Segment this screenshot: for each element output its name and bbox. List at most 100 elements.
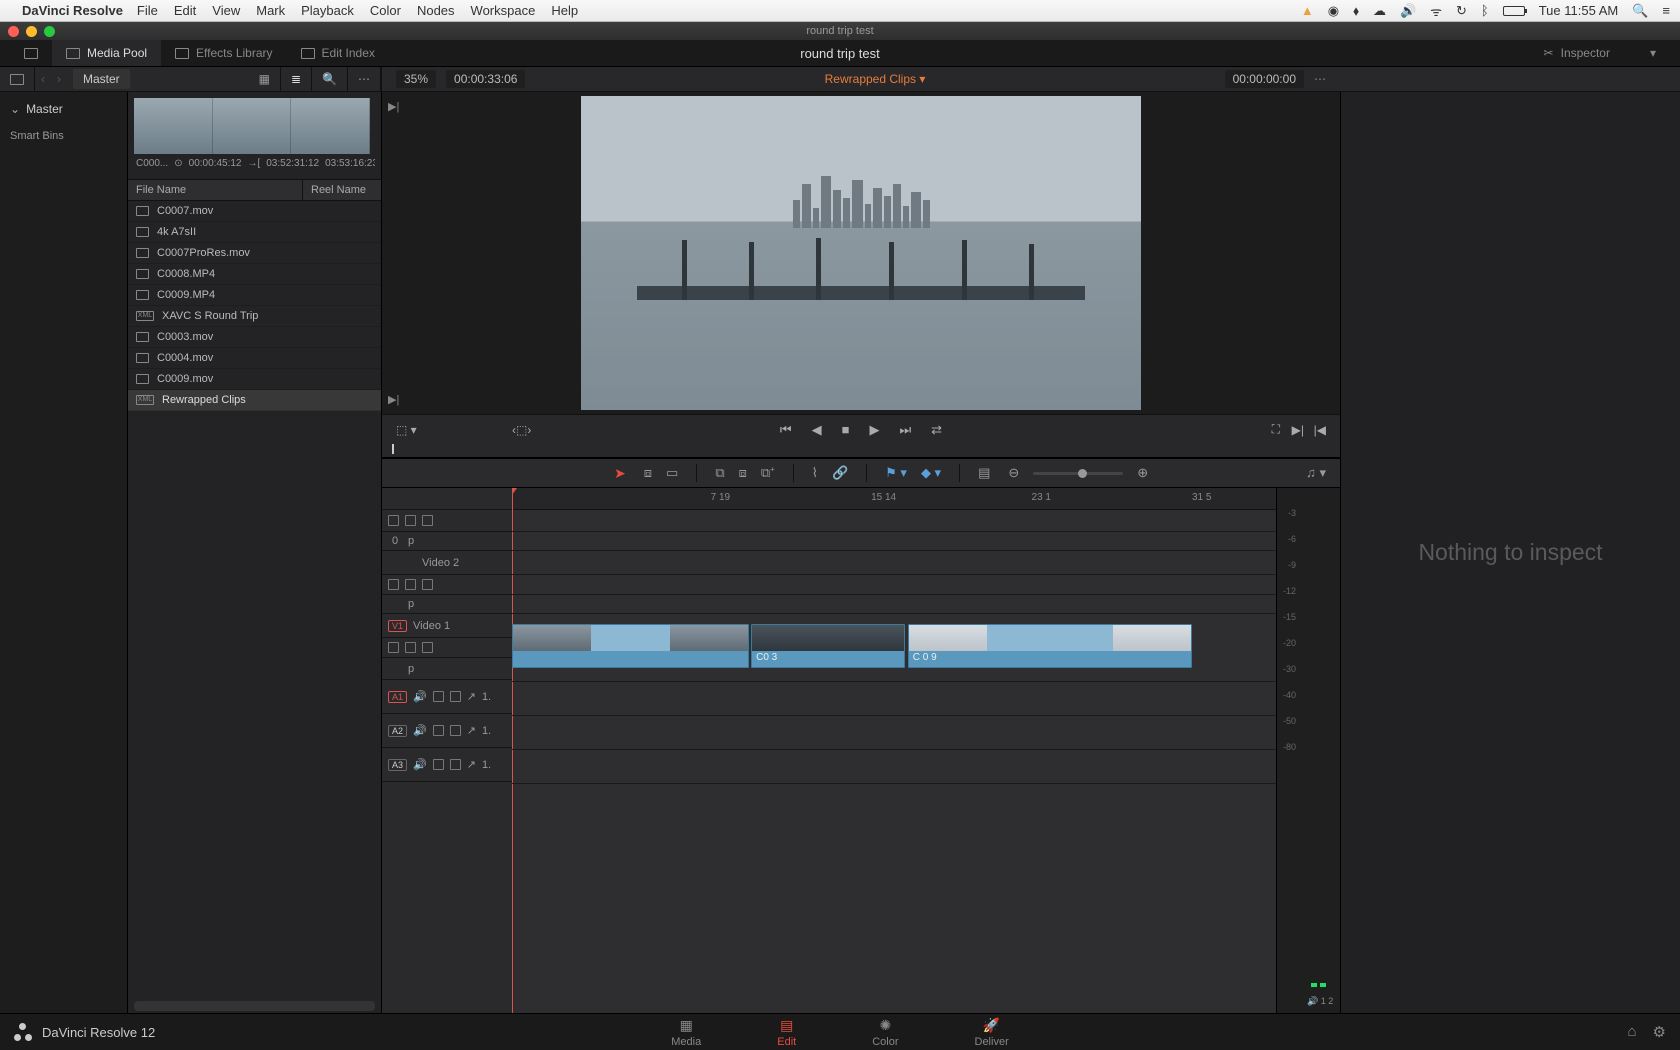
flag-icon[interactable]: ⚑ ▾: [885, 465, 907, 481]
match-frame-button[interactable]: ⬚ ▾: [396, 423, 417, 437]
effects-library-tab[interactable]: Effects Library: [161, 40, 286, 66]
track-head-a2[interactable]: A2🔊↗1.: [382, 714, 512, 748]
column-reelname[interactable]: Reel Name: [303, 180, 381, 200]
marker-icon[interactable]: ◆ ▾: [921, 465, 941, 481]
loop-button[interactable]: ⇄: [931, 422, 942, 438]
solo-icon[interactable]: [433, 725, 444, 736]
status-cloud-icon[interactable]: ☁: [1373, 3, 1386, 19]
timeline-clip[interactable]: C 0 9: [908, 624, 1192, 668]
mute-icon[interactable]: 🔊: [413, 758, 427, 771]
selection-tool[interactable]: ➤: [614, 465, 626, 482]
append-clip-icon[interactable]: ⧉: [715, 465, 724, 481]
mute-icon[interactable]: 🔊: [413, 724, 427, 737]
edit-index-tab[interactable]: Edit Index: [287, 40, 389, 66]
horizontal-scrollbar[interactable]: [134, 1001, 375, 1011]
curve-icon[interactable]: ↗: [467, 690, 476, 703]
insert-tool-icon[interactable]: ▭: [666, 465, 678, 481]
project-settings-button[interactable]: ⚙: [1653, 1023, 1666, 1041]
lock-icon[interactable]: [388, 579, 399, 590]
prev-edit-button[interactable]: ▶|: [1292, 423, 1304, 437]
window-zoom-button[interactable]: [44, 26, 55, 37]
timeline-clip[interactable]: [512, 624, 749, 668]
timeline-tracks-area[interactable]: 7 1915 1423 131 5 C0 3C 0 9: [512, 488, 1276, 1013]
track-a2-dest[interactable]: A2: [388, 725, 407, 737]
search-button[interactable]: 🔍: [312, 67, 348, 91]
viewer-image[interactable]: [581, 96, 1141, 410]
nav-back-button[interactable]: ‹: [35, 72, 51, 86]
file-row[interactable]: 4k A7sII: [128, 222, 381, 243]
page-edit[interactable]: ▤Edit: [769, 1015, 804, 1050]
status-battery-icon[interactable]: [1503, 6, 1525, 16]
file-row[interactable]: C0009.MP4: [128, 285, 381, 306]
track-head-a3[interactable]: A3🔊↗1.: [382, 748, 512, 782]
timeline-clip[interactable]: C0 3: [751, 624, 905, 668]
window-minimize-button[interactable]: [26, 26, 37, 37]
track-head-a1[interactable]: A1🔊↗1.: [382, 680, 512, 714]
menu-playback[interactable]: Playback: [301, 3, 354, 18]
column-filename[interactable]: File Name: [128, 180, 303, 200]
replace-clip-icon[interactable]: ⧉⁺: [761, 465, 775, 481]
solo-icon[interactable]: [433, 691, 444, 702]
chain-link-icon[interactable]: 🔗: [832, 465, 848, 481]
auto-select-icon[interactable]: [405, 515, 416, 526]
go-last-button[interactable]: ⏭: [899, 422, 911, 438]
timeline-name[interactable]: Rewrapped Clips ▾: [825, 72, 926, 86]
zoom-in-button[interactable]: ⊕: [1137, 465, 1148, 481]
page-deliver[interactable]: 🚀Deliver: [967, 1015, 1017, 1050]
track-head-gap[interactable]: [382, 510, 512, 532]
file-row[interactable]: C0003.mov: [128, 327, 381, 348]
split-clip-button[interactable]: ‹⬚›: [512, 423, 531, 437]
jog-bar[interactable]: [382, 444, 1340, 458]
status-nvidia-icon[interactable]: ◉: [1328, 3, 1339, 19]
audio-mixer-toggle-icon[interactable]: ♫ ▾: [1306, 465, 1326, 481]
track-head-v2[interactable]: Video 2: [382, 551, 512, 575]
lock-icon[interactable]: [388, 515, 399, 526]
thumb-view-button[interactable]: ▦: [249, 67, 281, 91]
home-button[interactable]: ⌂: [1627, 1023, 1636, 1041]
stop-button[interactable]: ■: [842, 422, 850, 437]
inspector-tab[interactable]: ✂ Inspector: [1530, 46, 1624, 60]
mute-icon[interactable]: 🔊: [413, 690, 427, 703]
expand-panel-button[interactable]: ▾: [1636, 46, 1670, 60]
auto-select-icon[interactable]: [405, 579, 416, 590]
status-dropbox-icon[interactable]: ⬧: [1353, 3, 1359, 19]
notification-center-icon[interactable]: ≡: [1662, 3, 1670, 18]
breadcrumb-master[interactable]: Master: [73, 69, 130, 89]
menu-view[interactable]: View: [212, 3, 240, 18]
curve-icon[interactable]: ↗: [467, 758, 476, 771]
visibility-icon[interactable]: [422, 579, 433, 590]
fullscreen-button[interactable]: ⛶: [1272, 422, 1280, 437]
ripple-overwrite-icon[interactable]: ⧈: [739, 465, 747, 481]
menu-file[interactable]: File: [137, 3, 158, 18]
file-row[interactable]: XMLXAVC S Round Trip: [128, 306, 381, 327]
go-first-button[interactable]: ⏮: [780, 422, 792, 438]
file-row[interactable]: C0008.MP4: [128, 264, 381, 285]
monitor-layout-button[interactable]: [10, 40, 52, 66]
timeline-zoom-slider[interactable]: [1033, 472, 1123, 475]
zoom-out-button[interactable]: ⊖: [1008, 465, 1019, 481]
track-a1-dest[interactable]: A1: [388, 691, 407, 703]
file-row[interactable]: C0007.mov: [128, 201, 381, 222]
pool-options-button[interactable]: ⋯: [348, 67, 381, 91]
next-edit-button[interactable]: |◀: [1314, 423, 1326, 437]
menu-workspace[interactable]: Workspace: [471, 3, 536, 18]
nav-forward-button[interactable]: ›: [51, 72, 67, 86]
clip-filmstrip-thumbnail[interactable]: [134, 98, 370, 154]
page-media[interactable]: ▦Media: [663, 1015, 709, 1050]
visibility-icon[interactable]: [422, 642, 433, 653]
visibility-icon[interactable]: [422, 515, 433, 526]
arm-icon[interactable]: [450, 725, 461, 736]
link-toggle-icon[interactable]: ⌇: [812, 465, 818, 481]
page-color[interactable]: ✺Color: [864, 1015, 906, 1050]
file-row[interactable]: C0009.mov: [128, 369, 381, 390]
smart-bins-header[interactable]: Smart Bins: [0, 120, 127, 152]
status-clock[interactable]: Tue 11:55 AM: [1539, 3, 1619, 18]
spotlight-icon[interactable]: 🔍: [1632, 3, 1648, 19]
lock-icon[interactable]: [388, 642, 399, 653]
file-row[interactable]: C0004.mov: [128, 348, 381, 369]
next-clip-button[interactable]: ▶|: [388, 393, 399, 406]
media-pool-tab[interactable]: Media Pool: [52, 40, 161, 66]
menu-mark[interactable]: Mark: [256, 3, 285, 18]
auto-select-icon[interactable]: [405, 642, 416, 653]
curve-icon[interactable]: ↗: [467, 724, 476, 737]
